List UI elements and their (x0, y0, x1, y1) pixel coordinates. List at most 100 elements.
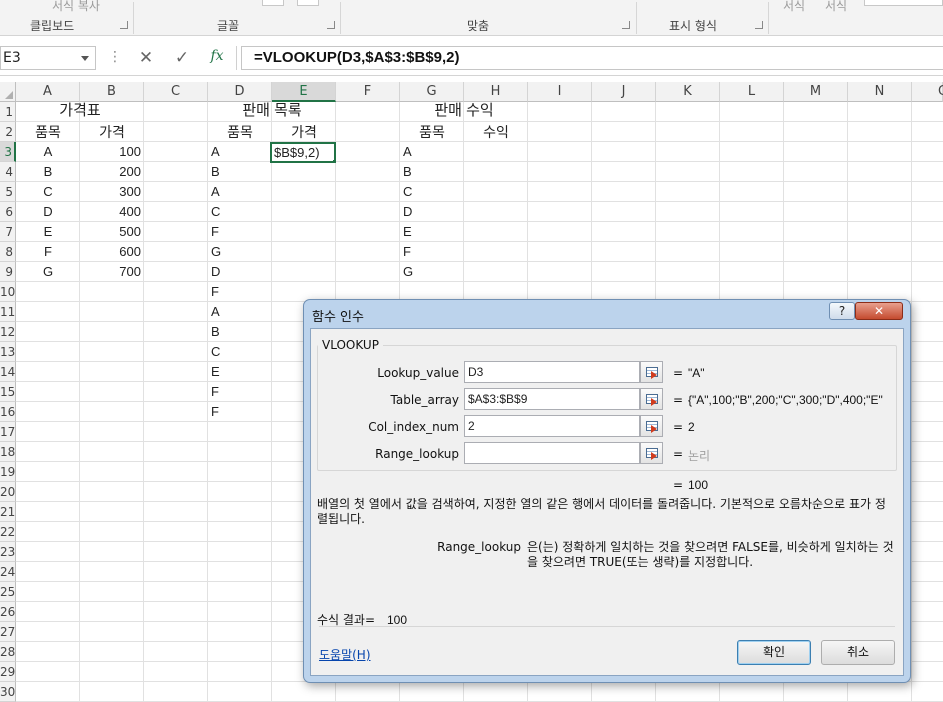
sales-header-item[interactable]: 품목 (208, 122, 272, 142)
price-item-cell[interactable]: E (16, 222, 80, 242)
row-header-15[interactable]: 15 (0, 382, 16, 402)
price-item-cell[interactable]: D (16, 202, 80, 222)
dialog-close-button[interactable]: ✕ (855, 302, 903, 320)
revenue-item-cell[interactable]: B (400, 162, 464, 182)
revenue-item-cell[interactable]: F (400, 242, 464, 262)
sales-list-title[interactable]: 판매 목록 (208, 101, 336, 121)
price-value-cell[interactable]: 700 (80, 262, 144, 282)
row-header-5[interactable]: 5 (0, 182, 16, 202)
price-header-price[interactable]: 가격 (80, 122, 144, 142)
column-header-g[interactable]: G (400, 82, 464, 102)
sales-item-cell[interactable]: D (208, 262, 272, 282)
price-value-cell[interactable]: 400 (80, 202, 144, 222)
price-header-item[interactable]: 품목 (16, 122, 80, 142)
column-header-e[interactable]: E (272, 82, 336, 102)
collapse-dialog-icon[interactable] (640, 415, 663, 437)
sales-header-price[interactable]: 가격 (272, 122, 336, 142)
font-style-stub[interactable] (297, 0, 319, 6)
sales-item-cell[interactable]: C (208, 342, 272, 362)
price-value-cell[interactable]: 600 (80, 242, 144, 262)
row-header-20[interactable]: 20 (0, 482, 16, 502)
font-size-stub[interactable] (262, 0, 284, 6)
sales-item-cell[interactable]: A (208, 142, 272, 162)
table-format-button[interactable]: 서식 (825, 0, 847, 14)
price-value-cell[interactable]: 100 (80, 142, 144, 162)
row-header-30[interactable]: 30 (0, 682, 16, 702)
price-item-cell[interactable]: G (16, 262, 80, 282)
row-header-3[interactable]: 3 (0, 142, 16, 162)
row-header-26[interactable]: 26 (0, 602, 16, 622)
row-header-27[interactable]: 27 (0, 622, 16, 642)
formula-input[interactable]: =VLOOKUP(D3,$A$3:$B$9,2) (241, 46, 943, 70)
column-header-a[interactable]: A (16, 82, 80, 102)
alignment-launcher-icon[interactable] (622, 21, 630, 29)
row-header-7[interactable]: 7 (0, 222, 16, 242)
sales-item-cell[interactable]: A (208, 302, 272, 322)
column-header-o[interactable]: O (912, 82, 943, 102)
font-launcher-icon[interactable] (327, 21, 335, 29)
arg-input-range-lookup[interactable] (464, 442, 640, 464)
sales-item-cell[interactable]: F (208, 402, 272, 422)
row-header-8[interactable]: 8 (0, 242, 16, 262)
price-item-cell[interactable]: A (16, 142, 80, 162)
ok-button[interactable]: 확인 (737, 640, 811, 665)
clipboard-launcher-icon[interactable] (120, 21, 128, 29)
collapse-dialog-icon[interactable] (640, 442, 663, 464)
name-box-dropdown-icon[interactable] (81, 56, 89, 61)
row-header-19[interactable]: 19 (0, 462, 16, 482)
styles-stub[interactable] (864, 0, 943, 6)
sales-item-cell[interactable]: C (208, 202, 272, 222)
arg-input-col-index-num[interactable]: 2 (464, 415, 640, 437)
sales-item-cell[interactable]: E (208, 362, 272, 382)
cancel-button[interactable]: 취소 (821, 640, 895, 665)
row-header-17[interactable]: 17 (0, 422, 16, 442)
arg-input-table-array[interactable]: $A$3:$B$9 (464, 388, 640, 410)
price-value-cell[interactable]: 500 (80, 222, 144, 242)
revenue-item-cell[interactable]: A (400, 142, 464, 162)
revenue-item-cell[interactable]: E (400, 222, 464, 242)
column-header-j[interactable]: J (592, 82, 656, 102)
row-header-21[interactable]: 21 (0, 502, 16, 522)
column-header-h[interactable]: H (464, 82, 528, 102)
revenue-item-cell[interactable]: D (400, 202, 464, 222)
revenue-header-revenue[interactable]: 수익 (464, 122, 528, 142)
row-header-23[interactable]: 23 (0, 542, 16, 562)
row-header-2[interactable]: 2 (0, 122, 16, 142)
price-value-cell[interactable]: 300 (80, 182, 144, 202)
column-header-c[interactable]: C (144, 82, 208, 102)
column-header-m[interactable]: M (784, 82, 848, 102)
enter-icon[interactable]: ✓ (172, 48, 192, 68)
formula-bar-grip-icon[interactable]: ⋮ (108, 49, 122, 65)
column-header-f[interactable]: F (336, 82, 400, 102)
collapse-dialog-icon[interactable] (640, 388, 663, 410)
revenue-header-item[interactable]: 품목 (400, 122, 464, 142)
row-header-16[interactable]: 16 (0, 402, 16, 422)
price-value-cell[interactable]: 200 (80, 162, 144, 182)
row-header-25[interactable]: 25 (0, 582, 16, 602)
dialog-help-button[interactable]: ? (829, 302, 855, 320)
column-header-k[interactable]: K (656, 82, 720, 102)
name-box[interactable]: E3 (0, 46, 96, 70)
active-cell-e3[interactable]: $B$9,2) (270, 142, 336, 163)
revenue-title[interactable]: 판매 수익 (400, 101, 528, 121)
row-header-28[interactable]: 28 (0, 642, 16, 662)
sales-item-cell[interactable]: F (208, 282, 272, 302)
column-header-n[interactable]: N (848, 82, 912, 102)
column-header-i[interactable]: I (528, 82, 592, 102)
row-header-12[interactable]: 12 (0, 322, 16, 342)
sales-item-cell[interactable]: F (208, 382, 272, 402)
insert-function-icon[interactable]: fx (207, 48, 227, 64)
column-header-d[interactable]: D (208, 82, 272, 102)
help-link[interactable]: 도움말(H) (319, 646, 371, 663)
sales-item-cell[interactable]: A (208, 182, 272, 202)
collapse-dialog-icon[interactable] (640, 361, 663, 383)
revenue-item-cell[interactable]: C (400, 182, 464, 202)
sales-item-cell[interactable]: F (208, 222, 272, 242)
price-item-cell[interactable]: F (16, 242, 80, 262)
sales-item-cell[interactable]: B (208, 322, 272, 342)
sales-item-cell[interactable]: B (208, 162, 272, 182)
sales-item-cell[interactable]: G (208, 242, 272, 262)
column-header-b[interactable]: B (80, 82, 144, 102)
row-header-1[interactable]: 1 (0, 102, 16, 122)
revenue-item-cell[interactable]: G (400, 262, 464, 282)
